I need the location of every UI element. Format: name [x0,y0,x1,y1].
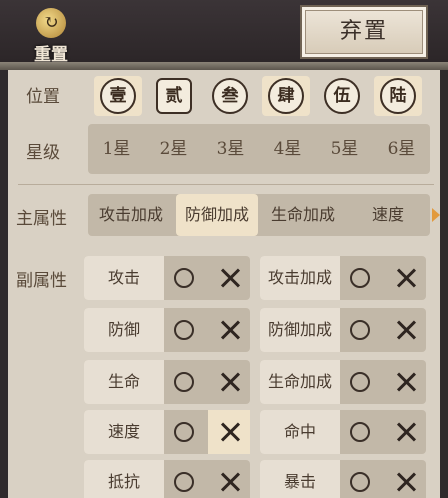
sub-attr-name: 命中 [260,410,340,454]
sub-attr-card: 命中 [260,410,426,454]
cross-icon [219,371,241,393]
sub-attr-card: 生命 [84,360,250,404]
star-option-2[interactable]: 2星 [145,124,202,174]
position-badge: 肆 [268,78,304,114]
sub-attr-name: 攻击加成 [260,256,340,300]
position-slot-3[interactable]: 叁 [206,76,254,116]
star-option-6[interactable]: 6星 [373,124,430,174]
circle-icon[interactable] [174,372,194,392]
main-attr-option[interactable]: 速度 [348,194,428,236]
cross-icon [395,319,417,341]
position-slot-1[interactable]: 壹 [94,76,142,116]
cross-cell[interactable] [208,360,250,404]
sub-attr-card: 抵抗 [84,460,250,498]
cross-cell[interactable] [384,360,426,404]
main-attr-options: 攻击加成 防御加成 生命加成 速度 [88,194,430,236]
scroll-rod [0,62,448,70]
cross-icon [219,471,241,493]
cross-icon [395,471,417,493]
sub-attr-card: 防御加成 [260,308,426,352]
divider [18,184,434,185]
position-badge: 叁 [212,78,248,114]
star-option-3[interactable]: 3星 [202,124,259,174]
position-slot-6[interactable]: 陆 [374,76,422,116]
star-option-1[interactable]: 1星 [88,124,145,174]
cross-icon [395,371,417,393]
circle-icon[interactable] [350,372,370,392]
main-attr-label: 主属性 [16,209,67,229]
position-slot-4[interactable]: 肆 [262,76,310,116]
circle-icon[interactable] [350,268,370,288]
star-options: 1星 2星 3星 4星 5星 6星 [88,124,430,174]
sub-attr-name: 防御加成 [260,308,340,352]
circle-icon[interactable] [350,422,370,442]
position-badge: 伍 [324,78,360,114]
star-option-4[interactable]: 4星 [259,124,316,174]
sub-attr-label: 副属性 [16,271,67,291]
reset-icon: ↻ [36,8,66,38]
cross-cell[interactable] [384,460,426,498]
circle-icon[interactable] [350,320,370,340]
sub-attr-name: 防御 [84,308,164,352]
circle-icon[interactable] [174,268,194,288]
sub-attr-card: 速度 [84,410,250,454]
cross-cell[interactable] [384,256,426,300]
sub-attr-name: 攻击 [84,256,164,300]
cross-cell[interactable] [208,460,250,498]
filter-panel: 位置 壹 贰 叁 肆 伍 陆 星级 1星 2星 3星 4星 5星 6星 主属性 … [8,70,440,498]
circle-icon[interactable] [174,422,194,442]
arrow-right-icon[interactable] [432,208,440,222]
position-badge: 贰 [156,78,192,114]
abandon-button[interactable]: 弃置 [300,5,428,59]
circle-icon[interactable] [174,472,194,492]
cross-icon [219,319,241,341]
sub-attr-card: 防御 [84,308,250,352]
sub-attr-card: 攻击 [84,256,250,300]
position-label: 位置 [26,87,60,107]
sub-attr-name: 生命加成 [260,360,340,404]
cross-cell[interactable] [208,308,250,352]
sub-attr-name: 生命 [84,360,164,404]
sub-attr-card: 暴击 [260,460,426,498]
star-option-5[interactable]: 5星 [316,124,373,174]
position-badge: 壹 [100,78,136,114]
circle-icon[interactable] [350,472,370,492]
cross-cell[interactable] [384,308,426,352]
cross-icon [395,267,417,289]
main-attr-option[interactable]: 生命加成 [260,194,346,236]
cross-cell[interactable] [208,256,250,300]
circle-icon[interactable] [174,320,194,340]
sub-attr-name: 暴击 [260,460,340,498]
top-bar: ↻ 重置 弃置 [0,0,448,66]
sub-attr-card: 生命加成 [260,360,426,404]
sub-attr-name: 速度 [84,410,164,454]
star-label: 星级 [26,143,60,163]
cross-icon [219,421,241,443]
cross-cell[interactable] [384,410,426,454]
position-badge: 陆 [380,78,416,114]
cross-cell-selected[interactable] [208,410,250,454]
cross-icon [395,421,417,443]
position-slot-5[interactable]: 伍 [318,76,366,116]
position-slot-2[interactable]: 贰 [150,76,198,116]
sub-attr-card: 攻击加成 [260,256,426,300]
main-attr-option-selected[interactable]: 防御加成 [176,194,258,236]
cross-icon [219,267,241,289]
main-attr-option[interactable]: 攻击加成 [88,194,174,236]
sub-attr-name: 抵抗 [84,460,164,498]
reset-button[interactable]: ↻ 重置 [24,6,78,65]
